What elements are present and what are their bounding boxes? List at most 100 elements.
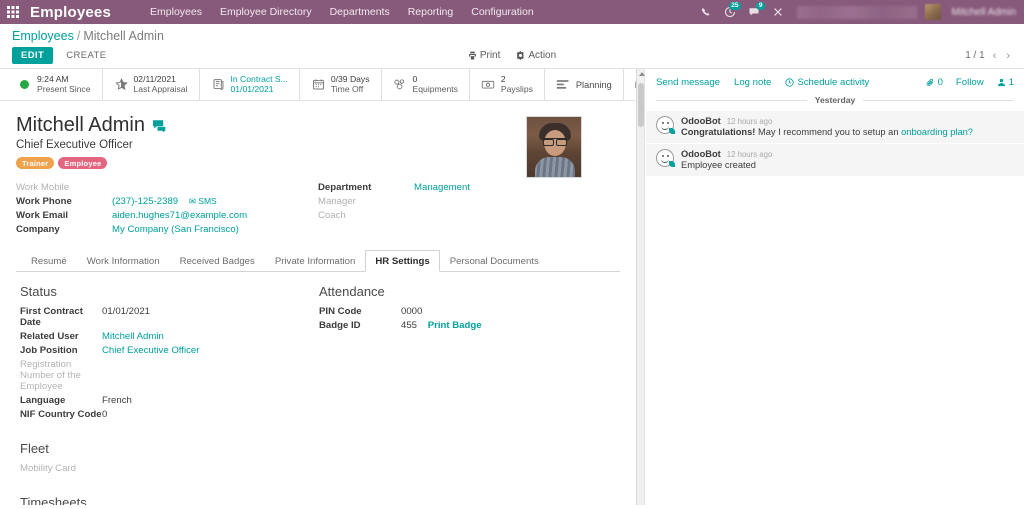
scrollbar-thumb[interactable] (638, 83, 644, 127)
field-value[interactable] (414, 208, 606, 222)
edit-button[interactable]: EDIT (12, 47, 54, 64)
field-value[interactable]: 0 (102, 407, 303, 421)
avatar (925, 4, 941, 20)
field-value[interactable] (102, 357, 303, 393)
create-button[interactable]: CREATE (57, 47, 115, 64)
tab-received-badges[interactable]: Received Badges (170, 250, 265, 272)
log-note-button[interactable]: Log note (734, 77, 771, 88)
field-badge-id: Badge ID 455 Print Badge (319, 318, 602, 332)
print-button[interactable]: Print (468, 50, 500, 61)
top-navbar: Employees Employees Employee Directory D… (0, 0, 1024, 24)
section-heading-fleet: Fleet (20, 441, 49, 456)
chat-bubble-icon[interactable] (152, 119, 167, 132)
send-message-button[interactable]: Send message (656, 77, 720, 88)
follower-count[interactable]: 1 (997, 77, 1014, 88)
stat-button-time-off[interactable]: 0/39 Days Time Off (300, 69, 382, 100)
stat-button-equipments[interactable]: 0 Equipments (382, 69, 470, 100)
onboarding-plan-link[interactable]: onboarding plan? (901, 127, 973, 137)
stat-label: Present Since (37, 83, 91, 94)
tab-work-information[interactable]: Work Information (77, 250, 170, 272)
menu-item-configuration[interactable]: Configuration (462, 2, 542, 22)
field-job-position: Job Position Chief Executive Officer (20, 343, 303, 357)
menu-item-employee-directory[interactable]: Employee Directory (211, 2, 321, 22)
employee-name: Mitchell Admin (16, 114, 145, 136)
apps-grid-icon[interactable] (0, 0, 26, 24)
stat-button-present-since[interactable]: 9:24 AM Present Since (6, 69, 103, 100)
field-label: First Contract Date (20, 305, 83, 328)
breadcrumb-separator: / (76, 29, 81, 43)
action-button[interactable]: Action (516, 50, 556, 61)
tab-private-information[interactable]: Private Information (265, 250, 366, 272)
stat-label: Time Off (330, 83, 364, 94)
stat-button-planning[interactable]: Planning (545, 69, 624, 100)
schedule-activity-button[interactable]: Schedule activity (785, 77, 869, 88)
field-related-user: Related User Mitchell Admin (20, 329, 303, 343)
attendance-section: Attendance PIN Code 0000 Badge ID 455 Pr… (319, 284, 618, 421)
stat-button-last-appraisal[interactable]: 02/11/2021 Last Appraisal (103, 69, 200, 100)
gear-icon (517, 51, 525, 60)
message-item: OdooBot 12 hours ago Congratulations! Ma… (646, 111, 1024, 144)
activity-clock-icon[interactable]: 25 (719, 0, 741, 24)
stat-button-payslips[interactable]: 2 Payslips (470, 69, 545, 100)
control-panel: Employees / Mitchell Admin EDIT CREATE 1 /… (0, 24, 1024, 69)
calendar-icon (311, 78, 326, 91)
tag-employee[interactable]: Employee (58, 157, 108, 169)
field-value[interactable] (414, 194, 606, 208)
green-status-dot-icon (17, 80, 32, 89)
breadcrumb: Employees / Mitchell Admin (12, 29, 1012, 43)
follow-button[interactable]: Follow (956, 77, 984, 88)
attachment-count[interactable]: 0 (926, 77, 943, 88)
menu-item-employees[interactable]: Employees (141, 2, 211, 22)
app-brand-title[interactable]: Employees (26, 4, 117, 21)
tag-trainer[interactable]: Trainer (16, 157, 55, 169)
user-menu[interactable]: Mitchell Admin (925, 4, 1018, 20)
avatar (656, 116, 675, 134)
messaging-bubble-icon[interactable]: 9 (743, 0, 765, 24)
field-value[interactable]: Chief Executive Officer (102, 345, 199, 356)
tab-resume[interactable]: Resumé (21, 250, 77, 272)
printer-icon (468, 51, 476, 60)
day-divider-label: Yesterday (814, 95, 856, 105)
field-value[interactable]: Mitchell Admin (102, 331, 164, 342)
tab-hr-settings[interactable]: HR Settings (365, 250, 440, 272)
field-value[interactable]: aiden.hughes71@example.com (112, 210, 247, 221)
menu-item-reporting[interactable]: Reporting (399, 2, 463, 22)
field-value[interactable]: My Company (San Francisco) (112, 224, 239, 235)
message-timestamp: 12 hours ago (726, 150, 773, 159)
message-count-badge: 9 (756, 2, 765, 10)
chatter-scrollbar[interactable] (637, 69, 645, 505)
stat-button-contract[interactable]: In Contract S... 01/01/2021 (200, 69, 300, 100)
field-value[interactable]: 0000 (401, 304, 602, 318)
form-view: 9:24 AM Present Since 02/11/2021 Last Ap… (0, 69, 637, 505)
pager-next-button[interactable]: › (1004, 50, 1012, 62)
field-label: NIF Country Code (20, 408, 102, 420)
field-label: Work Email (16, 209, 69, 221)
tab-personal-documents[interactable]: Personal Documents (440, 250, 549, 272)
menu-item-departments[interactable]: Departments (321, 2, 399, 22)
print-badge-button[interactable]: Print Badge (428, 320, 482, 331)
close-icon[interactable] (767, 0, 789, 24)
stat-label: 01/01/2021 (230, 83, 274, 94)
field-value[interactable]: 01/01/2021 (102, 304, 303, 329)
main-menu: Employees Employee Directory Departments… (141, 2, 543, 22)
message-body: Employee created (681, 160, 1014, 170)
stat-button-more[interactable]: More (624, 69, 636, 100)
field-value[interactable] (112, 180, 304, 194)
field-value[interactable] (102, 461, 303, 475)
payslip-icon (481, 78, 496, 91)
employee-photo[interactable] (526, 116, 582, 178)
contract-icon (211, 78, 226, 91)
scroll-up-icon[interactable] (638, 72, 645, 76)
field-value[interactable]: Management (414, 182, 470, 193)
breadcrumb-root-link[interactable]: Employees (12, 29, 74, 43)
message-author[interactable]: OdooBot (681, 149, 721, 159)
field-value[interactable]: (237)-125-2389 (112, 196, 178, 207)
field-label: Language (20, 394, 66, 406)
field-label: Mobility Card (20, 462, 76, 474)
message-author[interactable]: OdooBot (681, 116, 721, 126)
field-value[interactable]: French (102, 393, 303, 407)
phone-icon[interactable] (695, 0, 717, 24)
sms-link[interactable]: ✉ SMS (189, 196, 217, 206)
pager-previous-button[interactable]: ‹ (991, 50, 999, 62)
field-value[interactable]: 455 (401, 320, 417, 331)
